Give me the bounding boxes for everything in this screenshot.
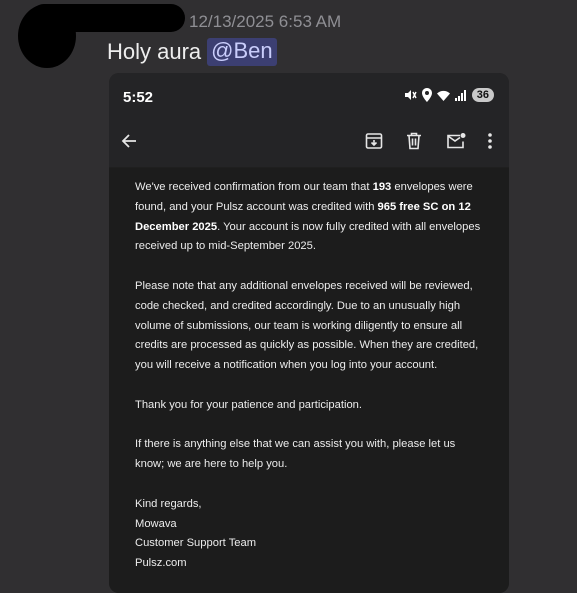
email-signature: Kind regards, Mowava Customer Support Te… [135,495,485,574]
signature-signoff: Kind regards, [135,497,202,510]
signature-site: Pulsz.com [135,557,187,570]
email-paragraph-confirmation: We've received confirmation from our tea… [135,181,481,253]
more-vert-icon[interactable] [487,132,493,150]
status-bar: 5:52 36 [109,73,509,121]
message-timestamp: 12/13/2025 6:53 AM [189,12,342,31]
delete-icon[interactable] [406,132,422,150]
back-arrow-icon[interactable] [121,133,137,149]
message-text: Holy aura [107,39,202,64]
mute-icon [404,90,417,100]
email-toolbar [109,121,509,167]
email-body: We've received confirmation from our tea… [109,168,509,593]
status-time: 5:52 [123,89,154,106]
status-icons: 36 [403,88,494,102]
location-icon [421,88,432,102]
signature-team: Customer Support Team [135,537,257,550]
signature-sender: Mowava [135,517,177,530]
email-screenshot-attachment[interactable]: 5:52 36 We've received confirmation from… [109,73,509,593]
email-paragraph-thanks: Thank you for your patience and particip… [135,398,362,411]
battery-indicator: 36 [471,88,494,102]
signal-icon [454,89,466,101]
email-paragraph-review: Please note that any additional envelope… [135,279,479,372]
archive-icon[interactable] [365,132,383,150]
message-content: Holy aura @Ben [107,38,277,66]
email-paragraph-help: If there is anything else that we can as… [135,438,456,471]
mark-unread-icon[interactable] [446,132,466,150]
redacted-username [30,4,185,32]
user-mention[interactable]: @Ben [207,38,277,66]
wifi-icon [436,90,450,101]
email-text: We've received confirmation from our tea… [135,178,485,574]
